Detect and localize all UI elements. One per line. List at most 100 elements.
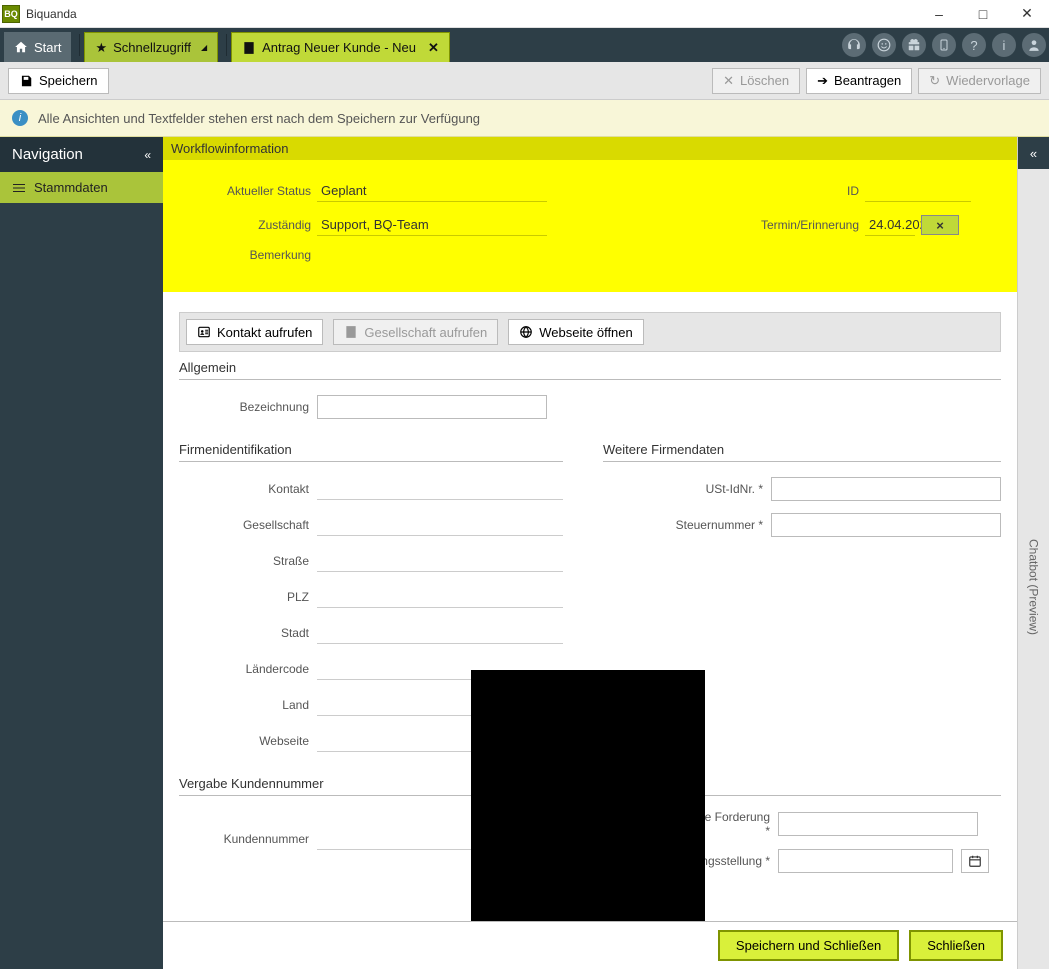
label-gesellschaft: Gesellschaft (179, 518, 309, 532)
info-icon: i (12, 110, 28, 126)
info-icon[interactable]: i (992, 33, 1016, 57)
section-weitere-title: Weitere Firmendaten (603, 442, 1001, 462)
tab-home[interactable]: Start (4, 32, 71, 62)
value-strasse (317, 550, 563, 572)
list-icon (12, 182, 26, 194)
arrow-right-icon: ➔ (817, 73, 828, 89)
sidebar: Navigation « Stammdaten (0, 137, 163, 969)
tab-active-document[interactable]: Antrag Neuer Kunde - Neu ✕ (231, 32, 450, 62)
label-bezeichnung: Bezeichnung (179, 400, 309, 414)
info-banner-text: Alle Ansichten und Textfelder stehen ers… (38, 111, 480, 126)
clear-reminder-button[interactable]: × (921, 215, 959, 235)
minimize-button[interactable]: – (917, 0, 961, 28)
sidebar-item-stammdaten[interactable]: Stammdaten (0, 172, 163, 203)
value-plz (317, 586, 563, 608)
section-general-title: Allgemein (179, 360, 1001, 380)
save-icon (19, 74, 33, 88)
collapse-sidebar-icon[interactable]: « (144, 148, 151, 162)
dropdown-icon: ◢ (201, 43, 207, 52)
value-status: Geplant (317, 180, 547, 202)
resubmit-button: ↻ Wiedervorlage (918, 68, 1041, 94)
info-banner: i Alle Ansichten und Textfelder stehen e… (0, 100, 1049, 137)
close-tab-icon[interactable]: ✕ (428, 40, 439, 56)
input-bezeichnung[interactable] (317, 395, 547, 419)
delete-icon: ✕ (723, 73, 734, 89)
save-button[interactable]: Speichern (8, 68, 109, 94)
building-icon (344, 325, 358, 339)
globe-icon (519, 325, 533, 339)
label-stadt: Stadt (179, 626, 309, 640)
open-website-button[interactable]: Webseite öffnen (508, 319, 643, 345)
smiley-icon[interactable] (872, 33, 896, 57)
content-area: Workflowinformation Aktueller Status Gep… (163, 137, 1017, 969)
gift-icon[interactable] (902, 33, 926, 57)
save-button-label: Speichern (39, 73, 98, 88)
label-status: Aktueller Status (181, 184, 311, 198)
close-window-button[interactable]: ✕ (1005, 0, 1049, 28)
input-steuernr[interactable] (771, 513, 1001, 537)
input-ustid[interactable] (771, 477, 1001, 501)
request-button[interactable]: ➔ Beantragen (806, 68, 912, 94)
collapse-right-rail-button[interactable]: « (1018, 137, 1049, 169)
label-responsible: Zuständig (181, 218, 311, 232)
main-area: Navigation « Stammdaten Workflowinformat… (0, 137, 1049, 969)
user-icon[interactable] (1022, 33, 1046, 57)
value-responsible: Support, BQ-Team (317, 214, 547, 236)
refresh-icon: ↻ (929, 73, 940, 89)
value-stadt (317, 622, 563, 644)
tab-quickaccess[interactable]: ★ Schnellzugriff ◢ (84, 32, 218, 62)
save-and-close-button[interactable]: Speichern und Schließen (718, 930, 899, 961)
sidebar-item-label: Stammdaten (34, 180, 108, 195)
contact-icon (197, 325, 211, 339)
star-icon: ★ (95, 40, 107, 56)
delete-button: ✕ Löschen (712, 68, 800, 94)
tab-active-label: Antrag Neuer Kunde - Neu (262, 40, 416, 55)
datepicker-button[interactable] (961, 849, 989, 873)
open-contact-label: Kontakt aufrufen (217, 325, 312, 340)
label-ustid: USt-IdNr. * (603, 482, 763, 496)
tab-bar: Start ★ Schnellzugriff ◢ Antrag Neuer Ku… (0, 28, 1049, 62)
workflow-section: Workflowinformation Aktueller Status Gep… (163, 137, 1017, 292)
value-id (865, 180, 971, 202)
label-plz: PLZ (179, 590, 309, 604)
support-icon[interactable] (842, 33, 866, 57)
workflow-header: Workflowinformation (163, 137, 1017, 160)
resubmit-button-label: Wiedervorlage (946, 73, 1030, 88)
label-kontakt: Kontakt (179, 482, 309, 496)
tab-divider (79, 34, 80, 56)
input-erste-rechnung[interactable] (778, 849, 953, 873)
open-company-label: Gesellschaft aufrufen (364, 325, 487, 340)
chatbot-preview-label[interactable]: Chatbot (Preview) (1027, 539, 1041, 635)
open-website-label: Webseite öffnen (539, 325, 632, 340)
redacted-area (471, 670, 705, 921)
entity-action-bar: Kontakt aufrufen Gesellschaft aufrufen W… (179, 312, 1001, 352)
label-webseite: Webseite (179, 734, 309, 748)
section-ident-title: Firmenidentifikation (179, 442, 563, 462)
label-id: ID (679, 184, 859, 198)
window-titlebar: BQ Biquanda – □ ✕ (0, 0, 1049, 28)
help-icon[interactable]: ? (962, 33, 986, 57)
action-bar: Speichern ✕ Löschen ➔ Beantragen ↻ Wiede… (0, 62, 1049, 100)
form-footer: Speichern und Schließen Schließen (163, 921, 1017, 969)
delete-button-label: Löschen (740, 73, 789, 88)
input-max-forderung[interactable] (778, 812, 978, 836)
request-button-label: Beantragen (834, 73, 901, 88)
label-steuernr: Steuernummer * (603, 518, 763, 532)
navigation-title-label: Navigation (12, 146, 83, 163)
section-general: Allgemein Bezeichnung (179, 360, 1001, 420)
close-button[interactable]: Schließen (909, 930, 1003, 961)
building-icon (242, 41, 256, 55)
label-reminder: Termin/Erinnerung (679, 218, 859, 232)
tab-home-label: Start (34, 40, 61, 55)
app-title: Biquanda (26, 7, 917, 21)
maximize-button[interactable]: □ (961, 0, 1005, 28)
open-contact-button[interactable]: Kontakt aufrufen (186, 319, 323, 345)
mobile-icon[interactable] (932, 33, 956, 57)
label-note: Bemerkung (181, 248, 311, 262)
value-reminder: 24.04.2024 (865, 214, 915, 236)
home-icon (14, 40, 28, 54)
value-kontakt (317, 478, 563, 500)
right-rail: « Chatbot (Preview) (1017, 137, 1049, 969)
open-company-button: Gesellschaft aufrufen (333, 319, 498, 345)
label-laendercode: Ländercode (179, 662, 309, 676)
